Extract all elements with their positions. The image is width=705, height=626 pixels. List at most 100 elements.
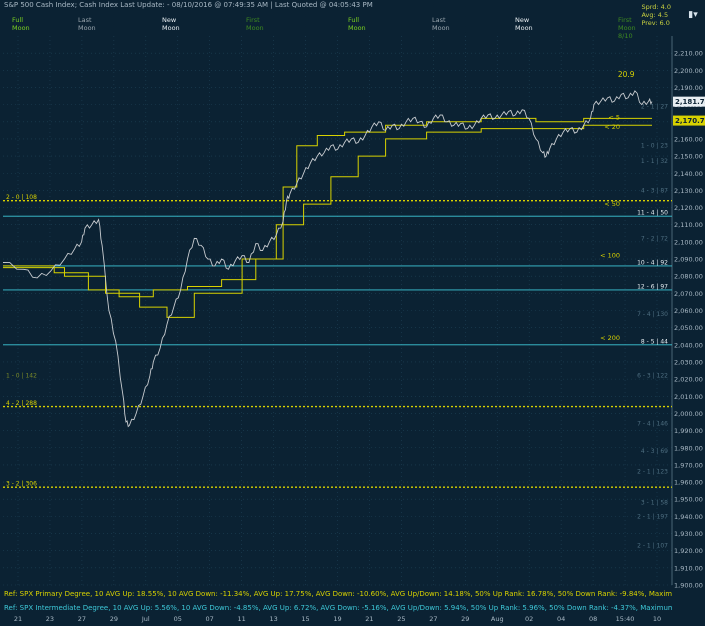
moon-label: Last Moon: [78, 16, 96, 32]
level-left-label: 3 - 2 | 306: [6, 481, 37, 488]
x-tick-label: 02: [525, 615, 533, 623]
ref-primary-degree: Ref: SPX Primary Degree, 10 AVG Up: 18.5…: [4, 590, 672, 598]
x-tick-label: 21: [365, 615, 373, 623]
y-tick-label: 2,200.00: [674, 67, 703, 75]
level-right-label: 10 - 4 | 92: [637, 259, 668, 266]
y-tick-label: 2,140.00: [674, 170, 703, 178]
x-tick-label: 19: [333, 615, 341, 623]
moon-label-line: First: [618, 16, 632, 24]
moon-label-line: Full: [348, 16, 360, 24]
y-tick-label: 1,960.00: [674, 479, 703, 487]
moon-label: First Moon 8/10: [618, 16, 636, 40]
stats-prev: Prev: 6.0: [641, 19, 670, 27]
level-left-label: 2 - 0 | 108: [6, 194, 37, 201]
moon-label: New Moon: [515, 16, 533, 32]
moon-label: Full Moon: [12, 16, 30, 32]
level-right-label: 12 - 6 | 97: [637, 283, 668, 290]
level-right-label: 11 - 4 | 50: [637, 210, 668, 217]
x-tick-label: 11: [238, 615, 246, 623]
moon-label: Full Moon: [348, 16, 366, 32]
moon-label-line: Moon: [12, 24, 30, 32]
stats-box: Sprd: 4.0 Avg: 4.5 Prev: 6.0: [641, 3, 671, 27]
y-tick-label: 2,130.00: [674, 187, 703, 195]
level-right-label: 8 - 5 | 44: [641, 338, 668, 345]
x-tick-label: Jul: [141, 615, 150, 623]
chart-header: S&P 500 Cash Index; Cash Index Last Upda…: [4, 1, 373, 9]
y-tick-label: 1,990.00: [674, 427, 703, 435]
y-tick-label: 1,900.00: [674, 582, 703, 590]
moon-label-line: Moon: [432, 24, 450, 32]
level-right-label: 2 - 1 | 107: [637, 542, 668, 549]
level-right-label: 4 - 3 | 87: [641, 187, 668, 194]
level-right-label: 2 - 1 | 123: [637, 469, 668, 476]
x-tick-label: 21: [14, 615, 22, 623]
y-tick-label: 2,210.00: [674, 50, 703, 58]
last-price-label: 2,181.74: [675, 98, 705, 106]
y-tick-label: 2,160.00: [674, 135, 703, 143]
moon-label-line: Moon: [348, 24, 366, 32]
level-right-label: 4 - 3 | 69: [641, 448, 668, 455]
y-tick-label: 2,100.00: [674, 238, 703, 246]
level-right-label: 1 - 1 | 32: [641, 158, 668, 165]
y-tick-label: 2,150.00: [674, 153, 703, 161]
moon-label-line: Moon: [246, 24, 264, 32]
x-tick-label: 29: [110, 615, 118, 623]
moving-average-label: < 5: [608, 113, 620, 121]
price-chart[interactable]: 21 23 27 29 Jul 05 07 11 13 15 19 21 25 27 29 Aug 02 04 08…: [0, 0, 705, 626]
x-tick-label: 05: [174, 615, 182, 623]
x-tick-label: 23: [46, 615, 54, 623]
stats-avg: Avg: 4.5: [641, 11, 669, 19]
y-tick-label: 2,070.00: [674, 290, 703, 298]
x-tick-label: Aug: [491, 615, 504, 623]
moon-label-line: Moon: [162, 24, 180, 32]
moon-label-line: 8/10: [618, 32, 633, 40]
y-tick-label: 2,000.00: [674, 410, 703, 418]
moon-label: New Moon: [162, 16, 180, 32]
y-tick-label: 2,110.00: [674, 221, 703, 229]
moon-label: Last Moon: [432, 16, 450, 32]
menu-dropdown-icon[interactable]: ▮▾: [687, 10, 699, 20]
y-tick-label: 2,010.00: [674, 393, 703, 401]
y-tick-label: 2,090.00: [674, 256, 703, 264]
moon-label-line: First: [246, 16, 260, 24]
y-tick-label: 2,190.00: [674, 84, 703, 92]
y-tick-label: 2,020.00: [674, 376, 703, 384]
x-tick-label: 07: [206, 615, 214, 623]
x-tick-label: 27: [78, 615, 86, 623]
y-tick-label: 2,030.00: [674, 358, 703, 366]
y-tick-label: 1,970.00: [674, 461, 703, 469]
y-tick-label: 2,080.00: [674, 273, 703, 281]
x-tick-label: 15: [301, 615, 309, 623]
ma-price-label: 2,170.7: [675, 117, 705, 125]
level-right-label: 2 - 1 | 27: [641, 103, 668, 110]
level-left-label: 1 - 0 | 142: [6, 373, 37, 380]
y-tick-label: 2,120.00: [674, 204, 703, 212]
y-tick-label: 1,950.00: [674, 496, 703, 504]
y-tick-label: 1,910.00: [674, 564, 703, 572]
x-tick-label: 15:40: [616, 615, 635, 623]
moving-average-label: < 200: [600, 334, 620, 342]
y-tick-label: 2,040.00: [674, 341, 703, 349]
x-tick-label: 04: [557, 615, 565, 623]
x-tick-label: 13: [269, 615, 277, 623]
level-right-label: 7 - 2 | 72: [641, 235, 668, 242]
y-tick-label: 1,940.00: [674, 513, 703, 521]
moon-label-line: Moon: [618, 24, 636, 32]
moon-label-line: Last: [78, 16, 92, 24]
moving-average-label: < 100: [600, 252, 620, 260]
x-tick-label: 27: [429, 615, 437, 623]
level-right-label: 3 - 1 | 58: [641, 500, 668, 507]
moving-average-label: < 20: [604, 123, 620, 131]
ref-intermediate-degree: Ref: SPX Intermediate Degree, 10 AVG Up:…: [4, 604, 672, 612]
y-tick-label: 1,980.00: [674, 444, 703, 452]
x-tick-label: 08: [589, 615, 597, 623]
moon-label-line: Moon: [78, 24, 96, 32]
moon-label-line: New: [515, 16, 530, 24]
level-right-label: 7 - 4 | 130: [637, 311, 668, 318]
level-right-label: 7 - 4 | 146: [637, 421, 668, 428]
x-tick-label: 29: [461, 615, 469, 623]
moving-average-label: < 50: [604, 200, 620, 208]
annotation-label: 20.9: [618, 70, 635, 79]
moon-label: First Moon: [246, 16, 264, 32]
level-right-label: 1 - 0 | 23: [641, 143, 668, 150]
